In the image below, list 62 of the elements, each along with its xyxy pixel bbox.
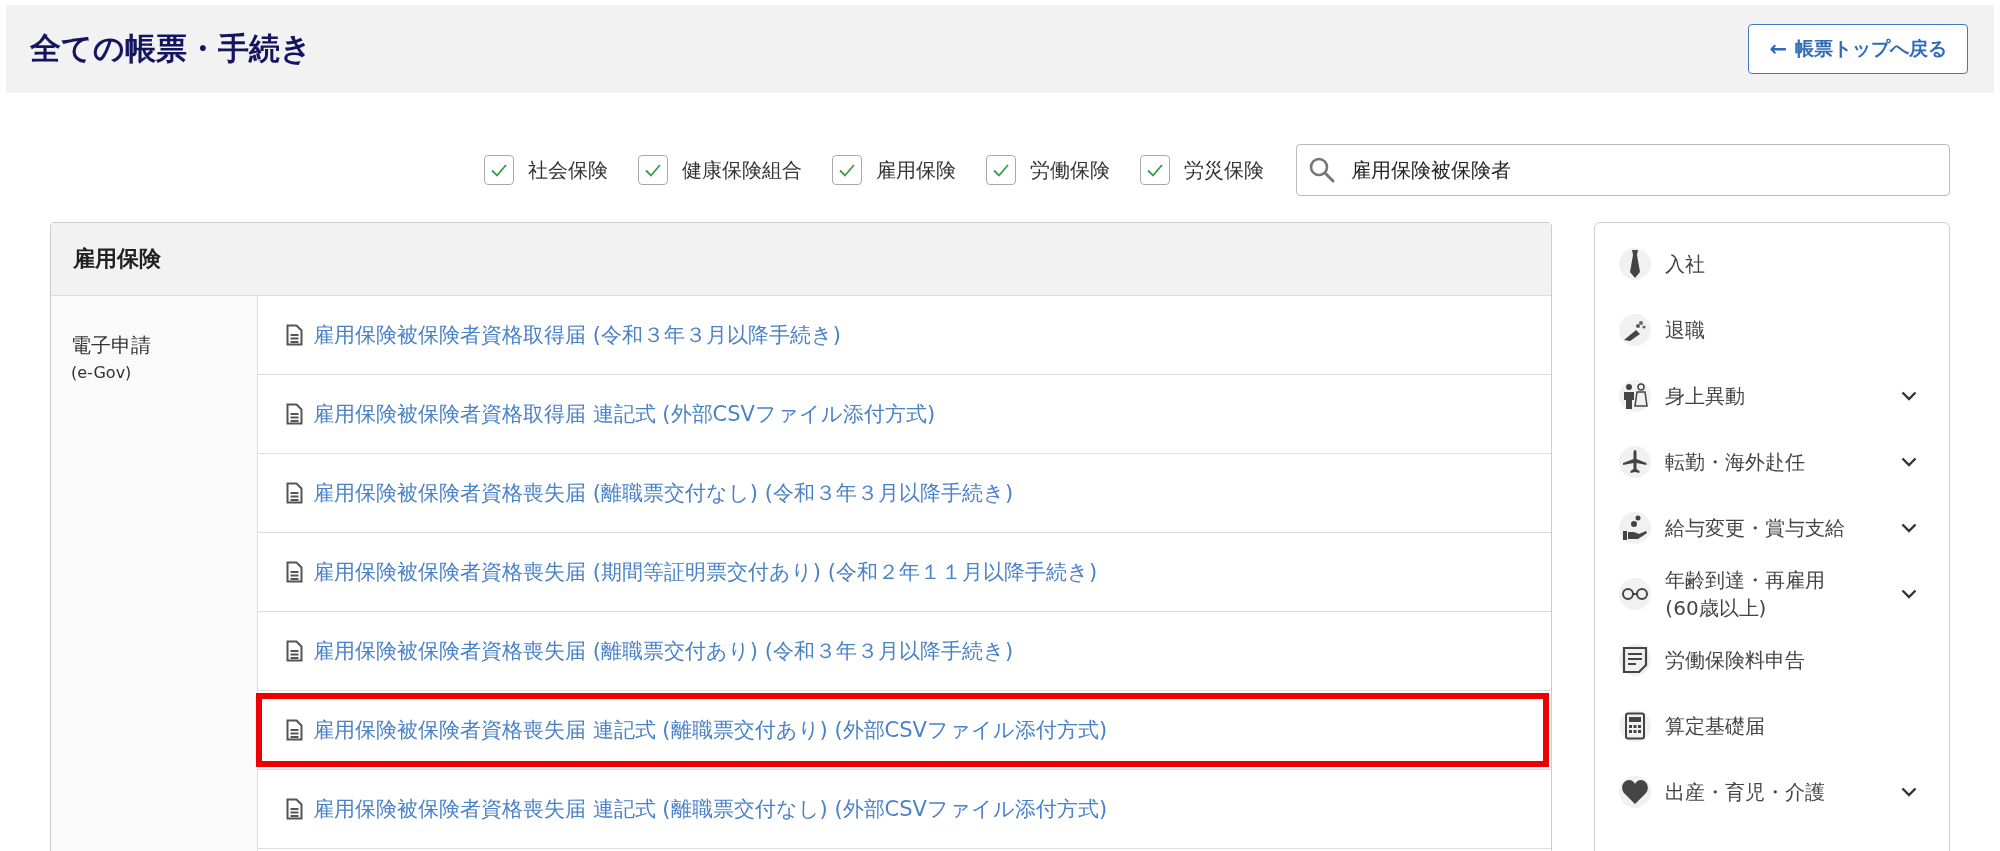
chevron-down-icon	[1901, 787, 1917, 797]
sidebar-item-label: 出産・育児・介護	[1665, 779, 1827, 806]
form-link[interactable]: 雇用保険被保険者資格喪失届 (離職票交付なし) (令和３年３月以降手続き)	[313, 479, 1014, 507]
sidebar-item[interactable]: 退職	[1619, 297, 1949, 363]
form-link[interactable]: 雇用保険被保険者資格喪失届 連記式 (離職票交付あり) (外部CSVファイル添付方式)	[313, 716, 1108, 744]
sidebar-item[interactable]: 労働保険料申告	[1619, 627, 1949, 693]
chevron-down-icon	[1901, 391, 1917, 401]
sidebar-item-label: 退職	[1665, 317, 1707, 344]
filter-checkbox[interactable]: 労働保険	[986, 155, 1110, 185]
airplane-icon	[1621, 448, 1650, 476]
document-icon	[286, 324, 303, 346]
back-to-top-button[interactable]: ← 帳票トップへ戻る	[1748, 24, 1968, 74]
sidebar-item[interactable]: 身上異動	[1619, 363, 1949, 429]
sidebar-item[interactable]: 年齢到達・再雇用 (60歳以上)	[1619, 561, 1949, 627]
necktie-icon	[1628, 249, 1643, 279]
form-link[interactable]: 雇用保険被保険者資格喪失届 連記式 (離職票交付なし) (外部CSVファイル添付方式)	[313, 795, 1108, 823]
sidebar-item[interactable]: 出産・育児・介護	[1619, 759, 1949, 825]
sidebar-item-label: 入社	[1665, 251, 1707, 278]
sidebar-item-label: 給与変更・賞与支給	[1665, 515, 1847, 542]
sidebar-item[interactable]: 転勤・海外赴任	[1619, 429, 1949, 495]
form-link[interactable]: 雇用保険被保険者資格喪失届 (離職票交付あり) (令和３年３月以降手続き)	[313, 637, 1014, 665]
document-icon	[1622, 646, 1649, 674]
sidebar-item-label: 年齢到達・再雇用 (60歳以上)	[1665, 567, 1827, 622]
document-icon	[286, 561, 303, 583]
search-field[interactable]: 雇用保険被保険者	[1296, 144, 1950, 196]
couple-icon	[1621, 382, 1650, 410]
document-icon	[286, 798, 303, 820]
hand-coins-icon	[1621, 514, 1650, 542]
sidebar-item-label: 身上異動	[1665, 383, 1747, 410]
search-icon	[1308, 156, 1336, 184]
chevron-down-icon	[1901, 523, 1917, 533]
section-title: 雇用保険	[73, 245, 161, 273]
document-icon	[286, 403, 303, 425]
form-link[interactable]: 雇用保険被保険者資格取得届 (令和３年３月以降手続き)	[313, 321, 842, 349]
category-label: 電子申請	[71, 332, 152, 359]
page-title: 全ての帳票・手続き	[30, 29, 312, 68]
filter-checkbox[interactable]: 健康保険組合	[638, 155, 802, 185]
sidebar-item-label: 労働保険料申告	[1665, 647, 1807, 674]
checkbox[interactable]	[484, 155, 514, 185]
checkbox[interactable]	[832, 155, 862, 185]
checkbox[interactable]	[1140, 155, 1170, 185]
filter-checkbox[interactable]: 社会保険	[484, 155, 608, 185]
heart-icon	[1621, 779, 1650, 805]
checkbox[interactable]	[638, 155, 668, 185]
glasses-icon	[1621, 587, 1650, 601]
checkbox[interactable]	[986, 155, 1016, 185]
document-icon	[286, 719, 303, 741]
sidebar-item[interactable]: 算定基礎届	[1619, 693, 1949, 759]
sidebar-item-label: 算定基礎届	[1665, 713, 1767, 740]
sidebar-item[interactable]: 入社	[1619, 231, 1949, 297]
form-link[interactable]: 雇用保険被保険者資格喪失届 (期間等証明票交付あり) (令和２年１１月以降手続き)	[313, 558, 1098, 586]
document-icon	[286, 640, 303, 662]
sidebar-item-label: 転勤・海外赴任	[1665, 449, 1807, 476]
sidebar-item[interactable]: 給与変更・賞与支給	[1619, 495, 1949, 561]
category-sublabel: (e-Gov)	[71, 363, 133, 382]
chevron-down-icon	[1901, 589, 1917, 599]
chevron-down-icon	[1901, 457, 1917, 467]
form-link[interactable]: 雇用保険被保険者資格取得届 連記式 (外部CSVファイル添付方式)	[313, 400, 936, 428]
document-icon	[286, 482, 303, 504]
filter-checkbox[interactable]: 労災保険	[1140, 155, 1264, 185]
filter-checkbox[interactable]: 雇用保険	[832, 155, 956, 185]
calculator-icon	[1624, 712, 1647, 740]
